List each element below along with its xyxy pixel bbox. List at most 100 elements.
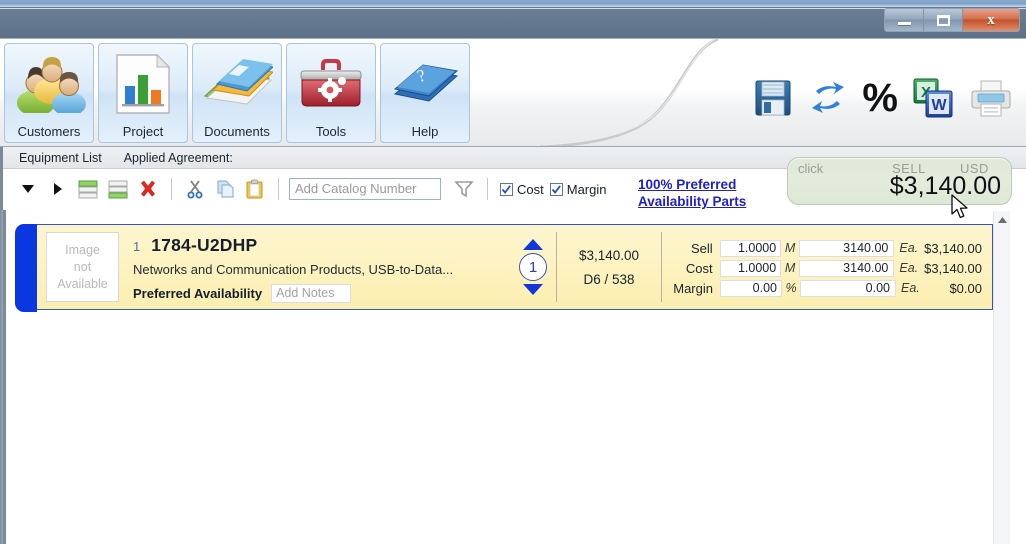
item-extended-total: $3,140.00 — [578, 247, 640, 263]
pricing-unit-sell: M — [784, 241, 796, 255]
customers-people-icon — [5, 44, 93, 124]
main-ribbon: Customers Project Documents Tools ? Help… — [0, 39, 1026, 147]
save-icon[interactable] — [752, 77, 794, 119]
percent-icon[interactable]: % — [862, 78, 898, 118]
application-window: x Customers Project Documents Tools ? He… — [0, 0, 1026, 544]
ribbon-label-project: Project — [122, 124, 164, 139]
filter-funnel-icon[interactable] — [451, 176, 477, 202]
pricing-factor-margin[interactable]: 0.00 — [720, 279, 782, 297]
image-placeholder-line-3: Available — [57, 276, 108, 291]
pricing-price-cost[interactable]: 3140.00 — [799, 259, 895, 277]
pricing-price-sell[interactable]: 3140.00 — [799, 239, 895, 257]
item-image-placeholder: Image not Available — [46, 232, 119, 302]
equipment-list-area: Image not Available 1 1784-U2DHP Network… — [3, 210, 1026, 544]
sell-total-panel[interactable]: click SELL USD $3,140.00 — [787, 157, 1012, 205]
titlebar-top-strip — [0, 0, 1026, 7]
check-icon — [501, 184, 511, 194]
catalog-number-input[interactable]: Add Catalog Number — [289, 178, 441, 200]
paste-icon[interactable] — [242, 176, 268, 202]
ribbon-button-documents[interactable]: Documents — [192, 43, 282, 143]
ribbon-label-customers: Customers — [17, 124, 81, 139]
toolbar-separator-2 — [278, 178, 279, 200]
ribbon-label-help: Help — [411, 124, 439, 139]
list-scrollbar[interactable] — [993, 211, 1010, 544]
item-quantity-stepper[interactable]: 1 — [510, 225, 556, 309]
scrollbar-up-button[interactable] — [994, 211, 1011, 228]
sell-panel-click-label: click — [798, 161, 824, 176]
item-pricing-grid: Sell 1.0000 M 3140.00 Ea. $3,140.00 Cost… — [662, 225, 992, 309]
item-description: Networks and Communication Products, USB… — [133, 262, 454, 277]
ribbon-action-icons: % X W — [752, 77, 1012, 119]
maximize-icon — [936, 14, 950, 26]
pricing-label-sell: Sell — [690, 240, 713, 256]
tools-toolbox-icon — [287, 44, 375, 124]
window-titlebar: x — [0, 0, 1026, 39]
toolbar-separator-1 — [171, 178, 172, 200]
item-notes-input[interactable]: Add Notes — [271, 284, 352, 303]
checkbox-margin-label: Margin — [566, 181, 607, 197]
item-catalog-number: 1784-U2DHP — [151, 235, 258, 255]
ribbon-swoosh-divider — [540, 39, 719, 146]
item-description-column: 1 1784-U2DHP Networks and Communication … — [119, 225, 510, 309]
check-icon — [551, 184, 561, 194]
pricing-total-cost: $3,140.00 — [924, 260, 982, 276]
copy-icon[interactable] — [212, 176, 238, 202]
tab-equipment-list[interactable]: Equipment List — [19, 151, 102, 165]
pricing-per-sell: Ea. — [899, 241, 919, 255]
insert-row-below-icon[interactable] — [105, 176, 131, 202]
chevron-up-icon — [998, 216, 1007, 223]
pricing-price-margin[interactable]: 0.00 — [800, 279, 896, 297]
checkbox-margin-box[interactable] — [549, 182, 563, 196]
expand-all-icon[interactable] — [45, 176, 71, 202]
project-barchart-document-icon — [99, 44, 187, 124]
pricing-factor-sell[interactable]: 1.0000 — [719, 239, 782, 257]
pricing-per-cost: Ea. — [899, 261, 919, 275]
documents-books-icon — [193, 44, 281, 124]
window-controls: x — [884, 8, 1020, 32]
pricing-per-margin: Ea. — [901, 281, 920, 295]
pricing-total-sell: $3,140.00 — [924, 240, 982, 256]
image-placeholder-line-1: Image — [65, 242, 100, 257]
ribbon-button-customers[interactable]: Customers — [4, 43, 94, 143]
checkbox-cost-box[interactable] — [500, 182, 513, 196]
svg-text:W: W — [931, 97, 947, 114]
toolbar-separator-3 — [487, 178, 488, 200]
minimize-button[interactable] — [885, 9, 924, 31]
minimize-icon — [897, 21, 911, 25]
ribbon-button-project[interactable]: Project — [98, 43, 188, 143]
pricing-label-cost: Cost — [685, 260, 713, 276]
quantity-up-icon[interactable] — [522, 238, 544, 251]
item-line-number: 1 — [133, 239, 141, 254]
equipment-item-row[interactable]: Image not Available 1 1784-U2DHP Network… — [15, 224, 993, 312]
sell-panel-amount: $3,140.00 — [889, 172, 1001, 200]
quantity-down-icon[interactable] — [522, 283, 544, 296]
ribbon-button-tools[interactable]: Tools — [286, 43, 376, 143]
item-quantity-value[interactable]: 1 — [519, 253, 547, 281]
maximize-button[interactable] — [924, 9, 963, 31]
pricing-label-margin: Margin — [673, 280, 713, 296]
ribbon-label-documents: Documents — [204, 124, 270, 139]
pricing-row-sell: Sell 1.0000 M 3140.00 Ea. $3,140.00 — [670, 238, 992, 258]
insert-row-above-icon[interactable] — [75, 176, 101, 202]
refresh-sync-icon[interactable] — [808, 78, 848, 118]
ribbon-button-help[interactable]: ? Help — [380, 43, 470, 143]
item-location-code: D6 / 538 — [583, 271, 635, 287]
item-availability-label: Preferred Availability — [133, 286, 263, 301]
export-office-icon[interactable]: X W — [912, 77, 956, 119]
titlebar-inner — [0, 8, 1026, 38]
cut-icon[interactable] — [182, 176, 208, 202]
collapse-all-icon[interactable] — [15, 176, 41, 202]
ribbon-label-tools: Tools — [315, 124, 347, 139]
help-book-icon: ? — [381, 44, 469, 124]
preferred-availability-link[interactable]: 100% Preferred Availability Parts — [638, 176, 778, 210]
delete-row-icon[interactable] — [135, 176, 161, 202]
pricing-row-margin: Margin 0.00 % 0.00 Ea. $0.00 — [670, 278, 992, 298]
close-icon: x — [987, 11, 995, 28]
checkbox-margin[interactable]: Margin — [549, 181, 607, 197]
close-button[interactable]: x — [963, 9, 1019, 31]
pricing-row-cost: Cost 1.0000 M 3140.00 Ea. $3,140.00 — [670, 258, 992, 278]
checkbox-cost[interactable]: Cost — [500, 182, 544, 197]
ribbon-button-group: Customers Project Documents Tools ? Help — [4, 43, 470, 143]
pricing-factor-cost[interactable]: 1.0000 — [719, 259, 782, 277]
print-icon[interactable] — [970, 77, 1012, 119]
